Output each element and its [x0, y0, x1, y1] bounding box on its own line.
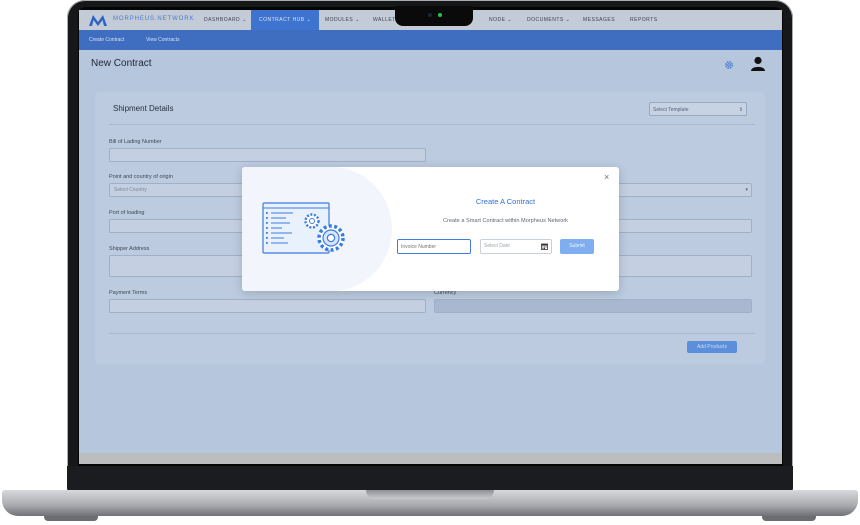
template-select-value: Select Template: [653, 107, 689, 113]
app-screen: MORPHEUS.NETWORK DASHBOARD ⌄ CONTRACT HU…: [79, 10, 782, 464]
nav-reports[interactable]: REPORTS: [630, 10, 658, 30]
currency-field[interactable]: [434, 299, 752, 313]
laptop-foot-left: [44, 516, 98, 521]
chevron-down-icon: ⌄: [242, 17, 247, 23]
nav-documents[interactable]: DOCUMENTS ⌄: [527, 10, 570, 30]
nav-messages-label: MESSAGES: [583, 17, 616, 23]
add-products-button[interactable]: Add Products: [687, 341, 737, 353]
submit-button[interactable]: Submit: [560, 239, 594, 254]
origin-select-placeholder: Select Country: [114, 187, 147, 193]
camera-lens: [428, 13, 432, 17]
bill-of-lading-label: Bill of Lading Number: [109, 139, 162, 145]
nav-documents-label: DOCUMENTS: [527, 17, 564, 23]
nav-contract-hub[interactable]: CONTRACT HUB ⌄: [251, 10, 320, 30]
divider: [109, 333, 755, 334]
modal-subtitle: Create a Smart Contract within Morpheus …: [443, 218, 568, 224]
nav-messages[interactable]: MESSAGES: [583, 10, 615, 30]
nav-contract-hub-label: CONTRACT HUB: [259, 17, 305, 23]
camera-notch: [395, 6, 473, 26]
bill-of-lading-field[interactable]: [109, 148, 426, 162]
laptop-foot-right: [762, 516, 816, 521]
nav-node[interactable]: NODE ⌄: [489, 10, 512, 30]
gear-icon[interactable]: [724, 60, 734, 70]
create-contract-modal: × Create A Contract Create a Smart Contr…: [242, 167, 619, 291]
nav-reports-label: REPORTS: [630, 17, 658, 23]
nav-modules[interactable]: MODULES ⌄: [325, 10, 360, 30]
caret-down-icon: ▾: [745, 187, 748, 193]
subnav-create-contract[interactable]: Create Contract: [89, 30, 124, 50]
chevron-down-icon: ⌄: [507, 17, 513, 23]
payment-terms-label: Payment Terms: [109, 290, 148, 296]
calendar-icon[interactable]: [541, 243, 548, 250]
template-select[interactable]: Select Template ⇕: [649, 102, 747, 116]
origin-label: Point and country of origin: [109, 174, 173, 180]
subnav-view-contracts[interactable]: View Contracts: [146, 30, 180, 50]
nav-wallet-label: WALLET: [373, 17, 396, 23]
user-icon[interactable]: [751, 56, 765, 72]
select-date-input[interactable]: Select Date: [480, 239, 552, 254]
invoice-number-input[interactable]: [397, 239, 471, 254]
chevron-down-icon: ⌄: [355, 17, 360, 23]
laptop-chin: [67, 466, 793, 492]
chevron-updown-icon: ⇕: [738, 107, 743, 113]
nav-dashboard-label: DASHBOARD: [204, 17, 241, 23]
laptop-groove: [366, 490, 494, 499]
payment-terms-field[interactable]: [109, 299, 426, 313]
sub-navbar: Create Contract View Contracts: [79, 30, 782, 50]
close-icon[interactable]: ×: [604, 172, 609, 182]
page-title: New Contract: [91, 58, 152, 69]
modal-illustration-panel: [242, 167, 392, 291]
nav-modules-label: MODULES: [325, 17, 354, 23]
contract-settings-illustration: [262, 202, 345, 254]
chevron-down-icon: ⌄: [306, 17, 312, 23]
shipper-address-label: Shipper Address: [109, 246, 150, 252]
camera-indicator: [438, 13, 442, 17]
taskbar-strip: [79, 453, 782, 464]
chevron-down-icon: ⌄: [565, 17, 571, 23]
section-title: Shipment Details: [113, 104, 174, 113]
divider: [109, 124, 755, 125]
nav-node-label: NODE: [489, 17, 506, 23]
port-of-loading-label: Port of loading: [109, 210, 145, 216]
brand-name[interactable]: MORPHEUS.NETWORK: [113, 16, 194, 22]
select-date-placeholder: Select Date: [484, 243, 510, 249]
morpheus-logo-icon[interactable]: [89, 14, 107, 26]
nav-wallet[interactable]: WALLET: [373, 10, 396, 30]
nav-dashboard[interactable]: DASHBOARD ⌄: [204, 10, 247, 30]
modal-title: Create A Contract: [475, 197, 536, 206]
